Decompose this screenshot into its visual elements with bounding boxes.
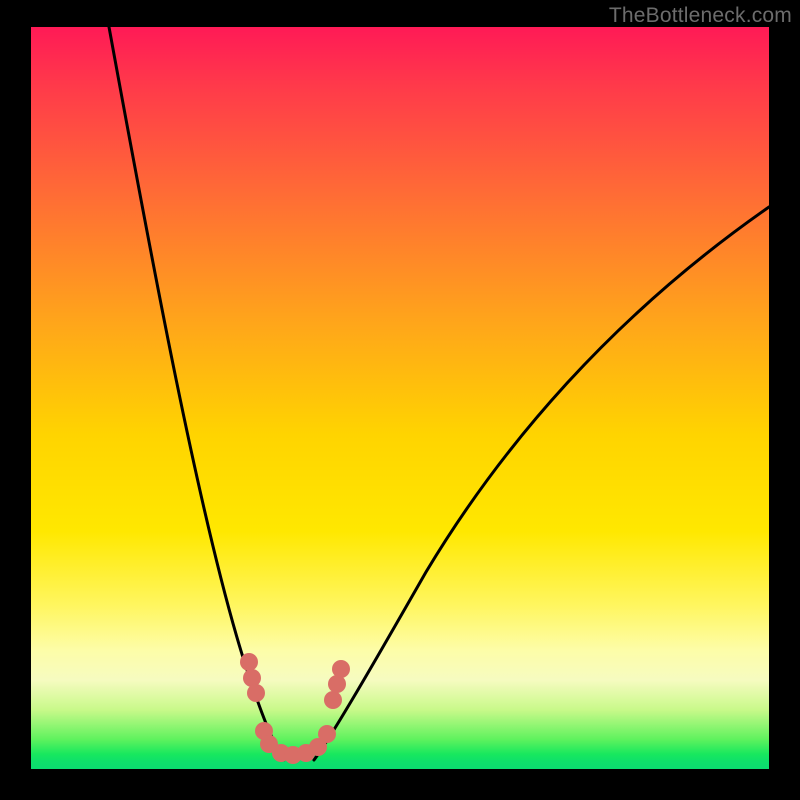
watermark-text: TheBottleneck.com bbox=[609, 4, 792, 28]
plot-area bbox=[31, 27, 769, 769]
chart-frame: TheBottleneck.com bbox=[0, 0, 800, 800]
